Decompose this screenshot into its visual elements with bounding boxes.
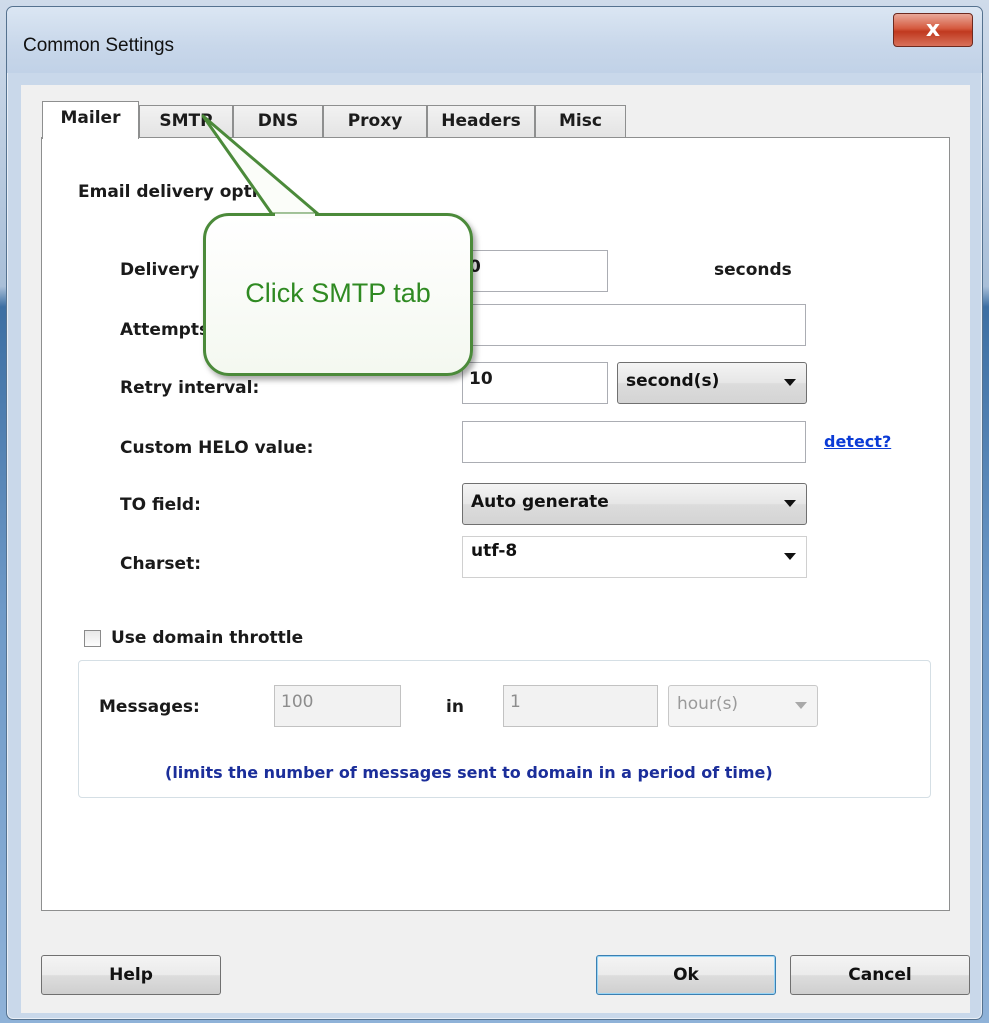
tab-mailer[interactable]: Mailer — [42, 101, 139, 139]
callout-text: Click SMTP tab — [245, 278, 431, 308]
callout-pointer — [201, 114, 320, 216]
callout-bubble: Click SMTP tab — [203, 213, 473, 376]
